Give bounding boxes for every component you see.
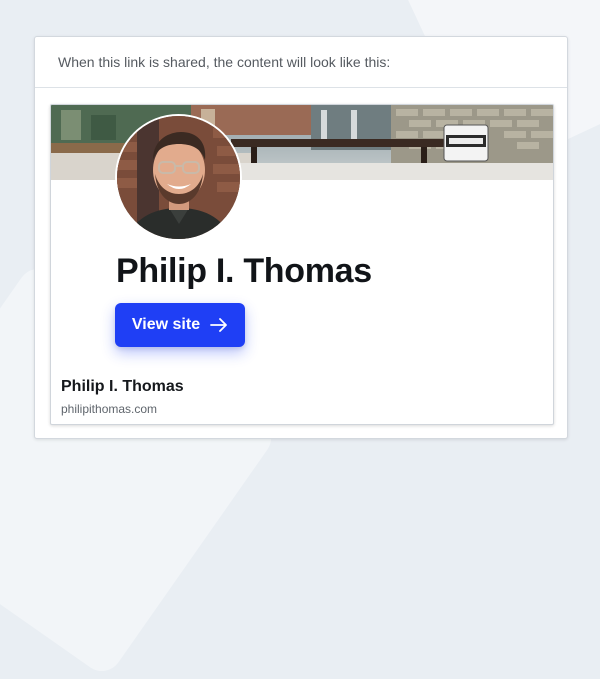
site-title: Philip I. Thomas: [116, 252, 372, 290]
view-site-label: View site: [131, 316, 201, 333]
share-preview-panel: When this link is shared, the content wi…: [34, 36, 568, 439]
link-title: Philip I. Thomas: [61, 378, 184, 395]
profile-photo: [115, 114, 242, 241]
arrow-right-icon: [210, 318, 228, 332]
link-preview-card[interactable]: Philip I. Thomas View site Philip I. Tho…: [50, 104, 554, 425]
view-site-button[interactable]: View site: [115, 303, 245, 347]
link-domain: philipithomas.com: [61, 402, 158, 416]
share-preview-header: When this link is shared, the content wi…: [35, 37, 567, 88]
